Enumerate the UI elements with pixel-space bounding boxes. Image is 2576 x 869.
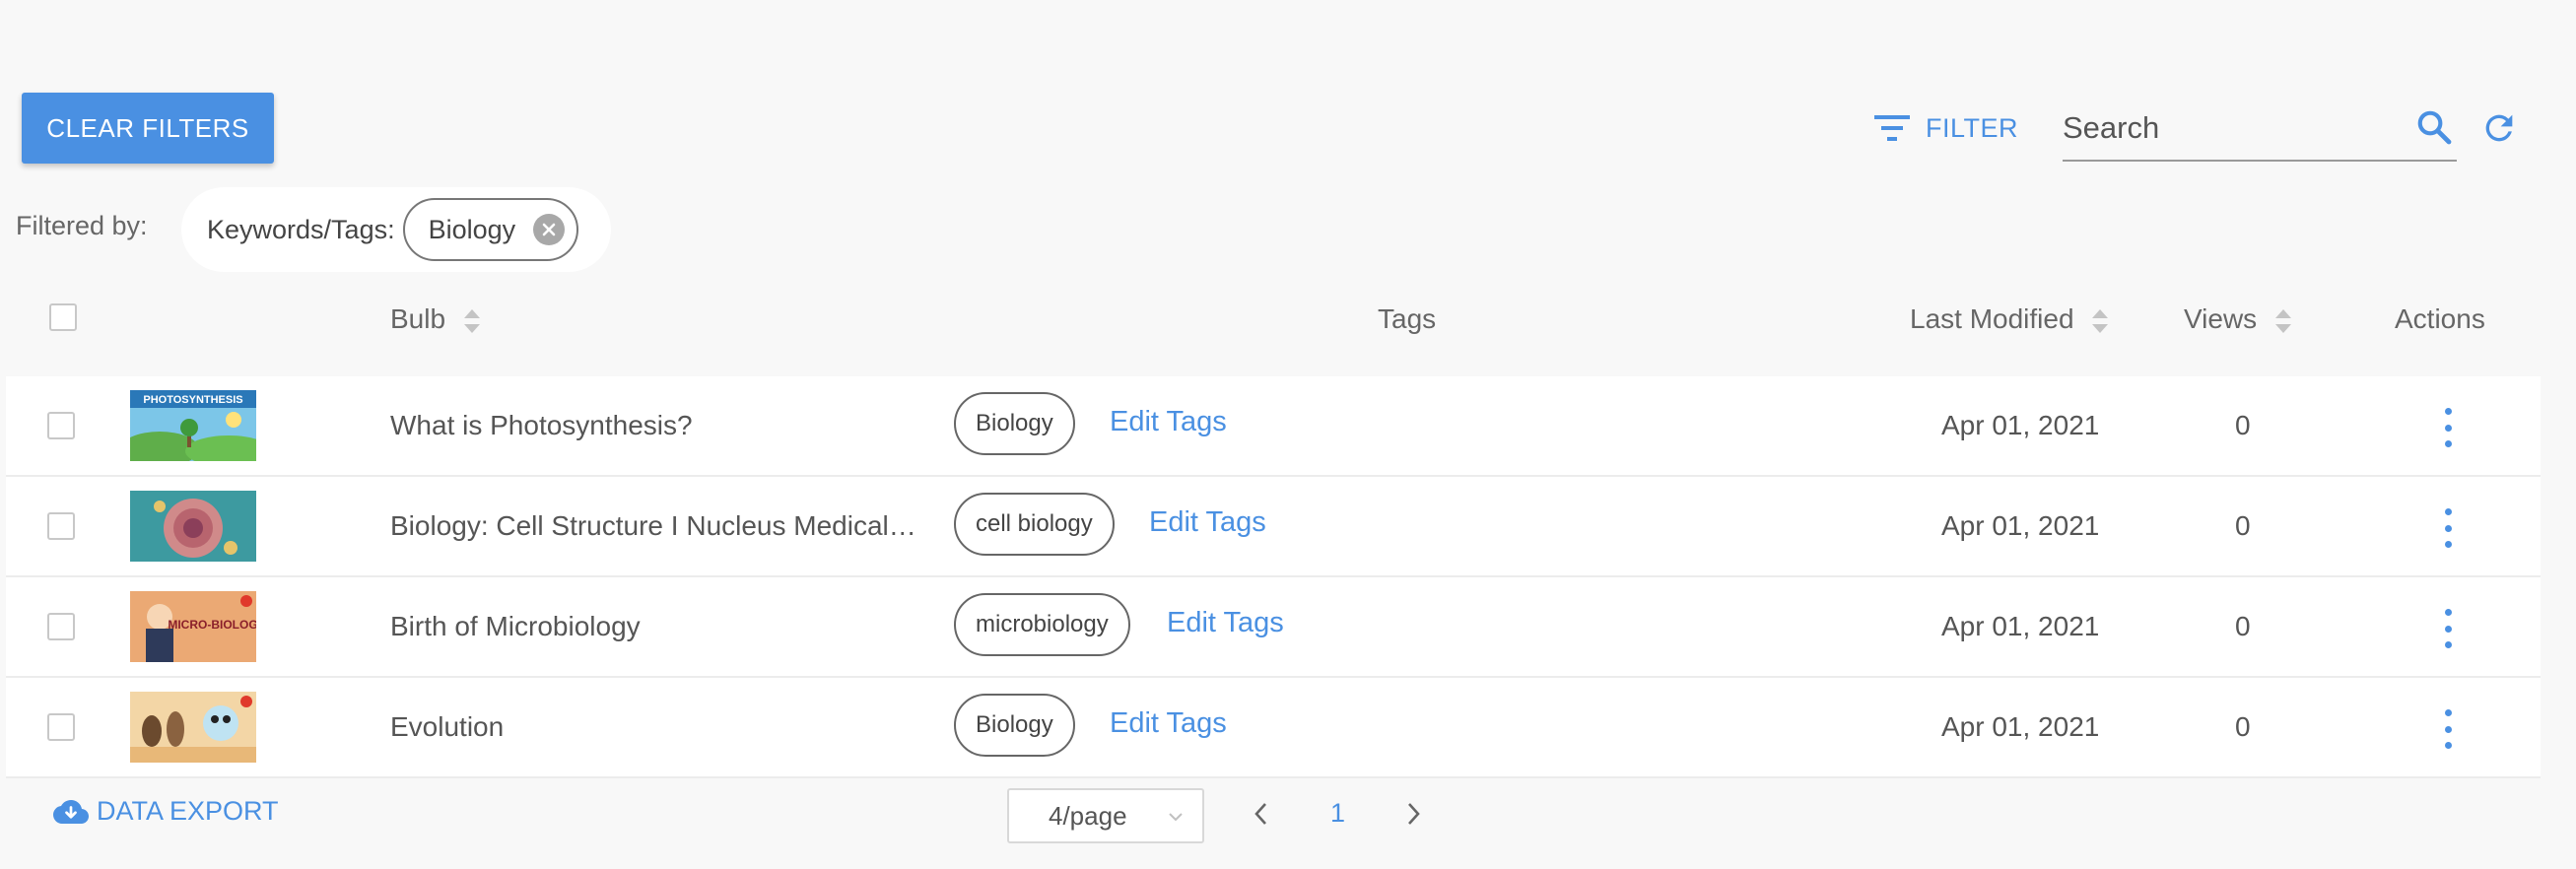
filter-button[interactable]: FILTER (1874, 106, 2018, 150)
tag-chip: cell biology (954, 493, 1115, 556)
bulb-thumbnail[interactable]: PHOTOSYNTHESIS (130, 390, 256, 461)
tags-column-header: Tags (1378, 303, 1437, 334)
page-size-value: 4/page (1049, 800, 1127, 831)
remove-filter-icon[interactable] (533, 214, 566, 245)
bulb-thumbnail[interactable]: MICRO-BIOLOGY (130, 591, 256, 662)
sort-icon (463, 308, 480, 333)
last-modified-date: Apr 01, 2021 (1941, 510, 2100, 541)
views-count: 0 (2235, 510, 2251, 541)
bulb-title[interactable]: What is Photosynthesis? (390, 410, 693, 441)
last-modified-date: Apr 01, 2021 (1941, 410, 2100, 440)
table-row[interactable]: Biology: Cell Structure I Nucleus Medica… (6, 477, 2541, 577)
filter-icon (1874, 115, 1910, 141)
more-actions-icon[interactable] (2438, 508, 2458, 548)
bulb-thumbnail[interactable] (130, 692, 256, 763)
chevron-right-icon[interactable] (1403, 800, 1423, 828)
actions-column-header: Actions (2395, 303, 2485, 334)
data-export-label: DATA EXPORT (97, 796, 279, 826)
bulb-thumbnail[interactable] (130, 491, 256, 562)
more-actions-icon[interactable] (2438, 609, 2458, 648)
filtered-by-label: Filtered by: (16, 211, 148, 240)
search-icon[interactable] (2415, 108, 2453, 146)
table-row[interactable]: Evolution Biology Edit Tags Apr 01, 2021… (6, 678, 2541, 778)
search-box (2063, 97, 2457, 162)
select-all-checkbox[interactable] (49, 303, 77, 331)
bulb-title[interactable]: Evolution (390, 711, 504, 743)
last-modified-date: Apr 01, 2021 (1941, 611, 2100, 641)
tag-chip: Biology (954, 694, 1075, 757)
sort-icon (2092, 308, 2109, 333)
row-checkbox[interactable] (47, 713, 75, 741)
more-actions-icon[interactable] (2438, 709, 2458, 749)
clear-filters-button[interactable]: CLEAR FILTERS (22, 93, 274, 164)
bulb-title[interactable]: Biology: Cell Structure I Nucleus Medica… (390, 510, 916, 542)
chevron-down-icon (1169, 813, 1183, 822)
bulbs-table: Bulb Tags Last Modified Views Actions PH… (6, 266, 2541, 778)
table-row[interactable]: PHOTOSYNTHESIS What is Photosynthesis? B… (6, 376, 2541, 477)
thumbnail-caption: PHOTOSYNTHESIS (143, 394, 242, 406)
views-count: 0 (2235, 711, 2251, 742)
current-page-number[interactable]: 1 (1330, 798, 1345, 829)
table-row[interactable]: MICRO-BIOLOGY Birth of Microbiology micr… (6, 577, 2541, 678)
bulb-column-header[interactable]: Bulb (390, 303, 481, 335)
row-checkbox[interactable] (47, 512, 75, 540)
sort-icon (2274, 308, 2291, 333)
edit-tags-link[interactable]: Edit Tags (1167, 607, 1284, 639)
edit-tags-link[interactable]: Edit Tags (1110, 406, 1227, 438)
views-count: 0 (2235, 611, 2251, 641)
tag-chip: microbiology (954, 593, 1130, 656)
row-checkbox[interactable] (47, 412, 75, 439)
last-modified-header-label: Last Modified (1910, 303, 2074, 334)
filter-chip-label: Biology (428, 214, 516, 244)
views-count: 0 (2235, 410, 2251, 440)
chevron-left-icon[interactable] (1252, 800, 1271, 828)
table-header: Bulb Tags Last Modified Views Actions (6, 266, 2541, 376)
cloud-download-icon (53, 799, 89, 824)
search-input[interactable] (2063, 97, 2457, 160)
bulb-title[interactable]: Birth of Microbiology (390, 611, 641, 642)
row-checkbox[interactable] (47, 613, 75, 640)
filter-chip: Biology (402, 198, 579, 261)
refresh-icon[interactable] (2479, 108, 2519, 148)
last-modified-column-header[interactable]: Last Modified (1910, 303, 2109, 335)
last-modified-date: Apr 01, 2021 (1941, 711, 2100, 742)
active-filter-group: Keywords/Tags: Biology (181, 187, 611, 272)
bulb-header-label: Bulb (390, 303, 446, 334)
views-header-label: Views (2184, 303, 2258, 334)
data-export-button[interactable]: DATA EXPORT (53, 796, 279, 827)
page-size-select[interactable]: 4/page (1007, 788, 1204, 843)
views-column-header[interactable]: Views (2184, 303, 2292, 335)
tag-chip: Biology (954, 392, 1075, 455)
filter-category-label: Keywords/Tags: (207, 214, 395, 244)
edit-tags-link[interactable]: Edit Tags (1110, 707, 1227, 740)
thumbnail-caption: MICRO-BIOLOGY (168, 618, 256, 632)
more-actions-icon[interactable] (2438, 408, 2458, 447)
filter-label: FILTER (1926, 112, 2019, 143)
edit-tags-link[interactable]: Edit Tags (1149, 506, 1266, 539)
